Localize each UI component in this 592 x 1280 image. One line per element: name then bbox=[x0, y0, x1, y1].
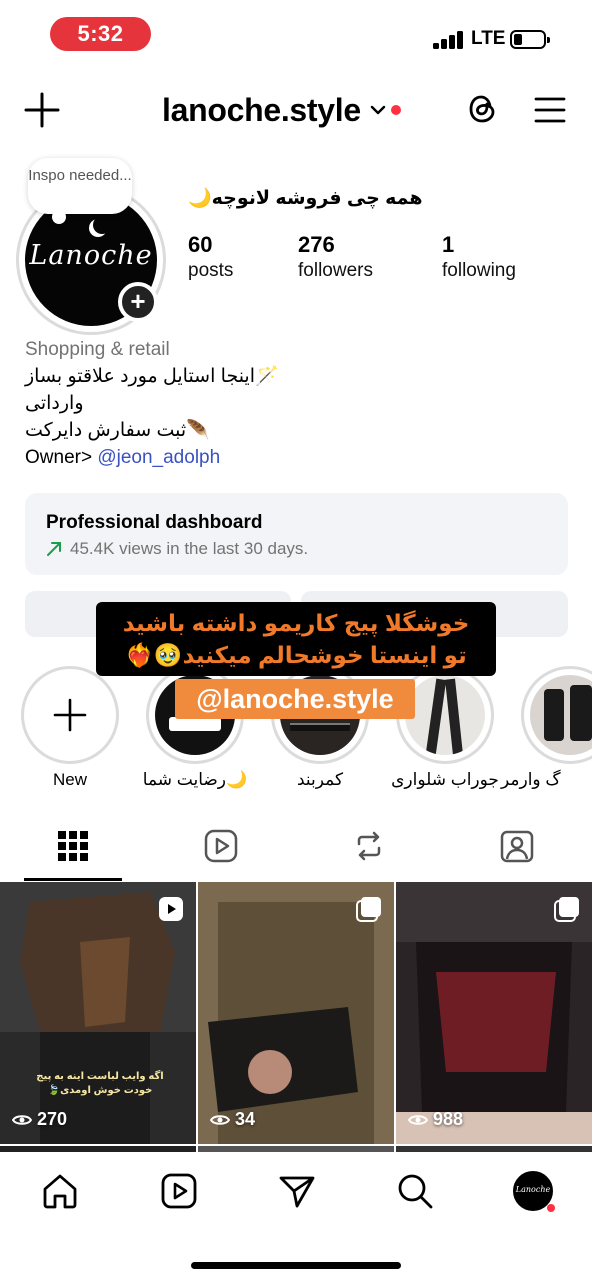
stat-number: 1 bbox=[442, 232, 455, 257]
post-tile[interactable]: 988 bbox=[396, 882, 592, 1144]
bio-line: ثبت سفارش دایرکت🪶 bbox=[25, 420, 210, 441]
post-views: 34 bbox=[210, 1109, 255, 1130]
profile-header: lanoche.style bbox=[0, 80, 592, 140]
bio: Shopping & retail اینجا استایل مورد علاق… bbox=[25, 336, 565, 471]
status-bar: 5:32 LTE bbox=[0, 0, 592, 72]
stat-followers[interactable]: 276 followers bbox=[298, 232, 373, 284]
highlight-cover bbox=[405, 675, 485, 755]
grid-icon[interactable] bbox=[55, 828, 91, 864]
display-name: همه چی فروشه لانوچه🌙 bbox=[188, 188, 423, 209]
notification-dot bbox=[390, 105, 401, 115]
stat-posts[interactable]: 60 posts bbox=[188, 232, 233, 284]
carousel-icon bbox=[356, 897, 381, 922]
dashboard-title: Professional dashboard bbox=[46, 512, 263, 533]
reels-icon[interactable] bbox=[160, 1172, 198, 1210]
stat-number: 276 bbox=[298, 232, 335, 257]
plus-icon bbox=[53, 698, 87, 732]
owner-prefix: Owner> bbox=[25, 447, 98, 468]
views-count: 270 bbox=[37, 1109, 68, 1129]
overlay-handle: @lanoche.style bbox=[175, 679, 415, 719]
home-indicator[interactable] bbox=[191, 1262, 401, 1269]
active-tab-indicator bbox=[24, 878, 122, 881]
eye-icon bbox=[210, 1114, 230, 1125]
status-time[interactable]: 5:32 bbox=[50, 17, 151, 51]
stat-following[interactable]: 1 following bbox=[442, 232, 516, 284]
dashboard-views-text: 45.4K views in the last 30 days. bbox=[70, 539, 309, 558]
bio-line: اینجا استایل مورد علاقتو بساز🪄 bbox=[25, 366, 279, 387]
highlight-cover bbox=[530, 675, 592, 755]
chevron-down-icon bbox=[370, 105, 386, 115]
overlay-line: خوشگلا پیج کاریمو داشته باشید bbox=[122, 610, 470, 636]
repost-icon[interactable] bbox=[351, 828, 387, 864]
bottom-nav: Lanoche bbox=[0, 1152, 592, 1280]
profile-tabs bbox=[0, 820, 592, 882]
search-icon[interactable] bbox=[396, 1172, 434, 1210]
nav-avatar-text: Lanoche bbox=[515, 1185, 551, 1194]
stat-number: 60 bbox=[188, 232, 213, 257]
threads-icon[interactable] bbox=[466, 92, 500, 126]
home-icon[interactable] bbox=[41, 1172, 79, 1210]
eye-icon bbox=[12, 1114, 32, 1125]
dashboard-subtitle: 45.4K views in the last 30 days. bbox=[46, 539, 308, 559]
account-switcher[interactable]: lanoche.style bbox=[162, 88, 401, 132]
views-count: 34 bbox=[235, 1109, 256, 1129]
reels-icon[interactable] bbox=[203, 828, 239, 864]
stat-label: posts bbox=[188, 260, 234, 281]
owner-mention-link[interactable]: @jeon_adolph bbox=[97, 447, 220, 468]
post-tile[interactable]: 34 bbox=[198, 882, 394, 1144]
signal-icon bbox=[433, 29, 465, 49]
bio-line: وارداتی bbox=[25, 393, 84, 414]
post-views: 270 bbox=[12, 1109, 67, 1130]
stat-label: followers bbox=[298, 260, 373, 281]
network-type: LTE bbox=[471, 28, 506, 49]
eye-icon bbox=[408, 1114, 428, 1125]
post-tile[interactable]: اگه وایب لباست اینه به پیج خودت خوش اومد… bbox=[0, 882, 196, 1144]
menu-icon[interactable] bbox=[534, 96, 566, 124]
post-caption-overlay: اگه وایب لباست اینه به پیج خودت خوش اومد… bbox=[36, 1071, 164, 1096]
highlight-ring bbox=[521, 666, 592, 764]
highlight-label: جوراب شلواری bbox=[391, 770, 499, 789]
post-views: 988 bbox=[408, 1109, 463, 1130]
post-grid: اگه وایب لباست اینه به پیج خودت خوش اومد… bbox=[0, 882, 592, 1144]
overlay-caption: خوشگلا پیج کاریمو داشته باشید تو اینستا … bbox=[96, 602, 496, 676]
avatar-logo-text: Lanoche bbox=[29, 240, 153, 271]
moon-icon bbox=[93, 216, 111, 234]
highlight-label: رضایت شما🌙 bbox=[142, 770, 248, 789]
stat-label: following bbox=[442, 260, 516, 281]
overlay-line: تو اینستا خوشحالم میکنید🥹❤️‍🔥 bbox=[125, 642, 467, 668]
highlight-item[interactable]: گ وارمر bbox=[501, 666, 592, 789]
note-bubble[interactable]: Inspo needed... bbox=[28, 158, 132, 224]
highlight-label: گ وارمر bbox=[501, 770, 561, 789]
professional-dashboard[interactable]: Professional dashboard 45.4K views in th… bbox=[25, 493, 568, 575]
create-plus-icon[interactable] bbox=[24, 92, 60, 128]
trend-up-icon bbox=[47, 542, 61, 556]
highlight-ring bbox=[21, 666, 119, 764]
views-count: 988 bbox=[433, 1109, 464, 1129]
category-label: Shopping & retail bbox=[25, 339, 170, 360]
owner-line: Owner> @jeon_adolph bbox=[25, 444, 565, 471]
notification-dot bbox=[547, 1204, 555, 1212]
tagged-icon[interactable] bbox=[499, 828, 535, 864]
username: lanoche.style bbox=[162, 91, 361, 128]
add-story-button[interactable]: + bbox=[118, 282, 158, 322]
highlight-new[interactable]: New bbox=[21, 666, 119, 789]
send-icon[interactable] bbox=[278, 1172, 316, 1210]
highlight-label: کمربند bbox=[296, 770, 344, 789]
battery-icon bbox=[510, 30, 550, 49]
reel-icon bbox=[159, 897, 183, 921]
highlight-label: New bbox=[52, 770, 87, 789]
carousel-icon bbox=[554, 897, 579, 922]
